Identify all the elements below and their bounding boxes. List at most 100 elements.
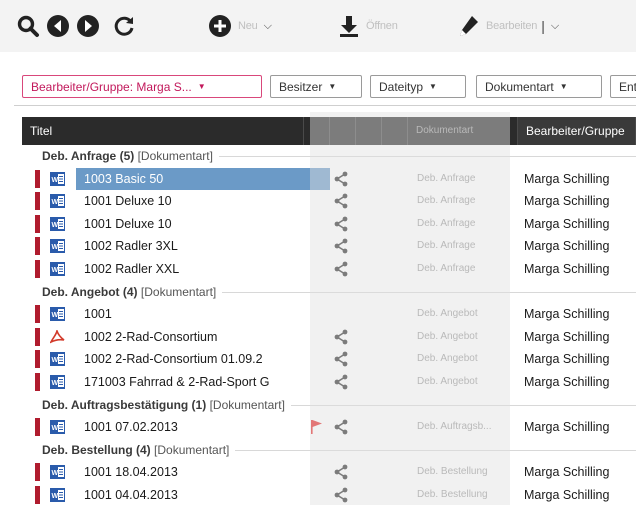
column-header-doctype[interactable]: Dokumentart bbox=[408, 117, 518, 145]
status-bar bbox=[35, 327, 40, 346]
table-row[interactable]: W 1001 18.04.2013 Deb. Bestellung Marga Sch… bbox=[22, 461, 636, 484]
document-type: Deb. Bestellung bbox=[417, 466, 488, 478]
group-name: Deb. Anfrage (5) bbox=[42, 149, 135, 163]
filter-doctype[interactable]: Dokumentart ▼ bbox=[476, 75, 602, 98]
share-icon[interactable] bbox=[334, 374, 348, 390]
filter-more[interactable]: Ent bbox=[610, 75, 636, 98]
filter-filetype[interactable]: Dateityp ▼ bbox=[370, 75, 466, 98]
share-icon[interactable] bbox=[334, 419, 348, 435]
share-icon[interactable] bbox=[334, 193, 348, 209]
share-icon[interactable] bbox=[334, 216, 348, 232]
document-type: Deb. Anfrage bbox=[417, 240, 476, 252]
column-header-title[interactable]: Titel bbox=[22, 117, 304, 145]
word-document-icon: W bbox=[50, 487, 65, 502]
group-title: Deb. Anfrage (5) [Dokumentart] bbox=[42, 149, 213, 163]
group-row[interactable]: −Deb. Bestellung (4) [Dokumentart] bbox=[22, 439, 636, 462]
forward-icon[interactable] bbox=[76, 13, 100, 39]
word-document-icon: W bbox=[50, 307, 65, 322]
share-icon[interactable] bbox=[334, 351, 348, 367]
group-row[interactable]: −Deb. Auftragsbestätigung (1) [Dokumenta… bbox=[22, 394, 636, 417]
grid-body: −Deb. Anfrage (5) [Dokumentart] W 1003 Bas… bbox=[22, 145, 636, 505]
status-bar bbox=[35, 169, 40, 188]
word-document-icon: W bbox=[50, 352, 65, 367]
back-icon[interactable] bbox=[46, 13, 70, 39]
status-bar bbox=[35, 237, 40, 256]
word-document-icon: W bbox=[50, 465, 65, 480]
svg-text:W: W bbox=[52, 222, 59, 229]
table-row[interactable]: W 1002 Radler 3XL Deb. Anfrage Marga Schill… bbox=[22, 235, 636, 258]
word-document-icon: W bbox=[50, 194, 65, 209]
document-type: Deb. Bestellung bbox=[417, 488, 488, 500]
divider bbox=[222, 291, 636, 293]
status-bar bbox=[35, 350, 40, 369]
document-type: Deb. Angebot bbox=[417, 308, 478, 320]
share-icon[interactable] bbox=[334, 487, 348, 503]
divider bbox=[291, 404, 636, 406]
share-icon[interactable] bbox=[334, 464, 348, 480]
edit-button[interactable]: Bearbeiten | ⌵ bbox=[458, 13, 559, 39]
filter-owner-label: Besitzer bbox=[279, 79, 323, 94]
status-bar bbox=[35, 214, 40, 233]
column-header-assignee[interactable]: Bearbeiter/Gruppe bbox=[518, 117, 636, 145]
refresh-icon[interactable] bbox=[112, 13, 136, 39]
flag-icon[interactable] bbox=[309, 419, 323, 435]
svg-text:W: W bbox=[52, 380, 59, 387]
filter-filetype-label: Dateityp bbox=[379, 79, 424, 94]
word-document-icon: W bbox=[50, 374, 65, 389]
table-row[interactable]: W 1001 Deluxe 10 Deb. Anfrage Marga Schilli… bbox=[22, 213, 636, 236]
new-button[interactable]: Neu ⌵ bbox=[208, 13, 272, 39]
group-row[interactable]: −Deb. Angebot (4) [Dokumentart] bbox=[22, 281, 636, 304]
assignee: Marga Schilling bbox=[524, 374, 610, 389]
caret-down-icon: ▼ bbox=[328, 82, 337, 91]
status-bar bbox=[35, 192, 40, 211]
group-name: Deb. Angebot (4) bbox=[42, 284, 138, 299]
table-row[interactable]: W 1001 04.04.2013 Deb. Bestellung Marga Sch… bbox=[22, 484, 636, 505]
document-title: 1001 Deluxe 10 bbox=[84, 194, 172, 209]
assignee: Marga Schilling bbox=[524, 420, 610, 435]
assignee: Marga Schilling bbox=[524, 261, 610, 276]
filter-assignee[interactable]: Bearbeiter/Gruppe: Marga S... ▼ bbox=[22, 75, 262, 98]
document-title: 1001 07.02.2013 bbox=[84, 420, 178, 435]
column-header-share[interactable] bbox=[330, 117, 356, 145]
group-subtitle: [Dokumentart] bbox=[140, 284, 217, 299]
chevron-down-icon: ⌵ bbox=[550, 19, 560, 32]
column-header-blank[interactable] bbox=[356, 117, 382, 145]
download-icon bbox=[340, 16, 358, 37]
share-icon[interactable] bbox=[334, 171, 348, 187]
table-row[interactable]: W 171003 Fahrrad & 2-Rad-Sport G Deb. Ange… bbox=[22, 371, 636, 394]
divider bbox=[219, 156, 636, 157]
table-row[interactable]: W 1003 Basic 50 Deb. Anfrage Marga Schillin… bbox=[22, 167, 636, 191]
document-title: 1002 Radler 3XL bbox=[84, 239, 178, 254]
filter-doctype-label: Dokumentart bbox=[485, 79, 554, 94]
table-row[interactable]: W 1002 Radler XXL Deb. Anfrage Marga Schill… bbox=[22, 258, 636, 281]
open-button[interactable]: Öffnen bbox=[338, 13, 398, 39]
table-row[interactable]: W 1001 Deluxe 10 Deb. Anfrage Marga Schilli… bbox=[22, 190, 636, 213]
svg-text:W: W bbox=[52, 177, 59, 184]
document-title: 1002 Radler XXL bbox=[84, 261, 180, 276]
pdf-icon bbox=[49, 327, 65, 344]
document-title: 1001 Deluxe 10 bbox=[84, 216, 172, 231]
share-icon[interactable] bbox=[334, 329, 348, 345]
group-name: Deb. Auftragsbestätigung (1) bbox=[42, 397, 207, 412]
status-bar bbox=[35, 372, 40, 391]
document-title: 1002 2-Rad-Consortium 01.09.2 bbox=[84, 352, 263, 367]
table-row[interactable]: W 1002 2-Rad-Consortium 01.09.2 Deb. Angeb… bbox=[22, 348, 636, 371]
document-title: 171003 Fahrrad & 2-Rad-Sport G bbox=[84, 374, 270, 389]
column-header-flag[interactable] bbox=[304, 117, 330, 145]
share-icon[interactable] bbox=[334, 238, 348, 254]
table-row[interactable]: 1002 2-Rad-Consortium Deb. Angebot Marga S… bbox=[22, 326, 636, 349]
plus-icon bbox=[209, 15, 231, 37]
share-icon[interactable] bbox=[334, 261, 348, 277]
column-header-blank[interactable] bbox=[382, 117, 408, 145]
assignee: Marga Schilling bbox=[524, 352, 610, 367]
svg-text:W: W bbox=[52, 199, 59, 206]
table-row[interactable]: W 1001 Deb. Angebot Marga Schilling bbox=[22, 303, 636, 326]
group-row[interactable]: −Deb. Anfrage (5) [Dokumentart] bbox=[22, 145, 636, 168]
filter-owner[interactable]: Besitzer ▼ bbox=[270, 75, 362, 98]
column-doctype-label: Dokumentart bbox=[416, 125, 474, 136]
word-document-icon: W bbox=[50, 420, 65, 435]
search-icon[interactable] bbox=[16, 13, 40, 39]
filter-assignee-label: Bearbeiter/Gruppe: Marga S... bbox=[31, 79, 192, 94]
caret-down-icon: ▼ bbox=[197, 82, 206, 91]
table-row[interactable]: W 1001 07.02.2013 Deb. Auftragsb... Marga S… bbox=[22, 416, 636, 439]
